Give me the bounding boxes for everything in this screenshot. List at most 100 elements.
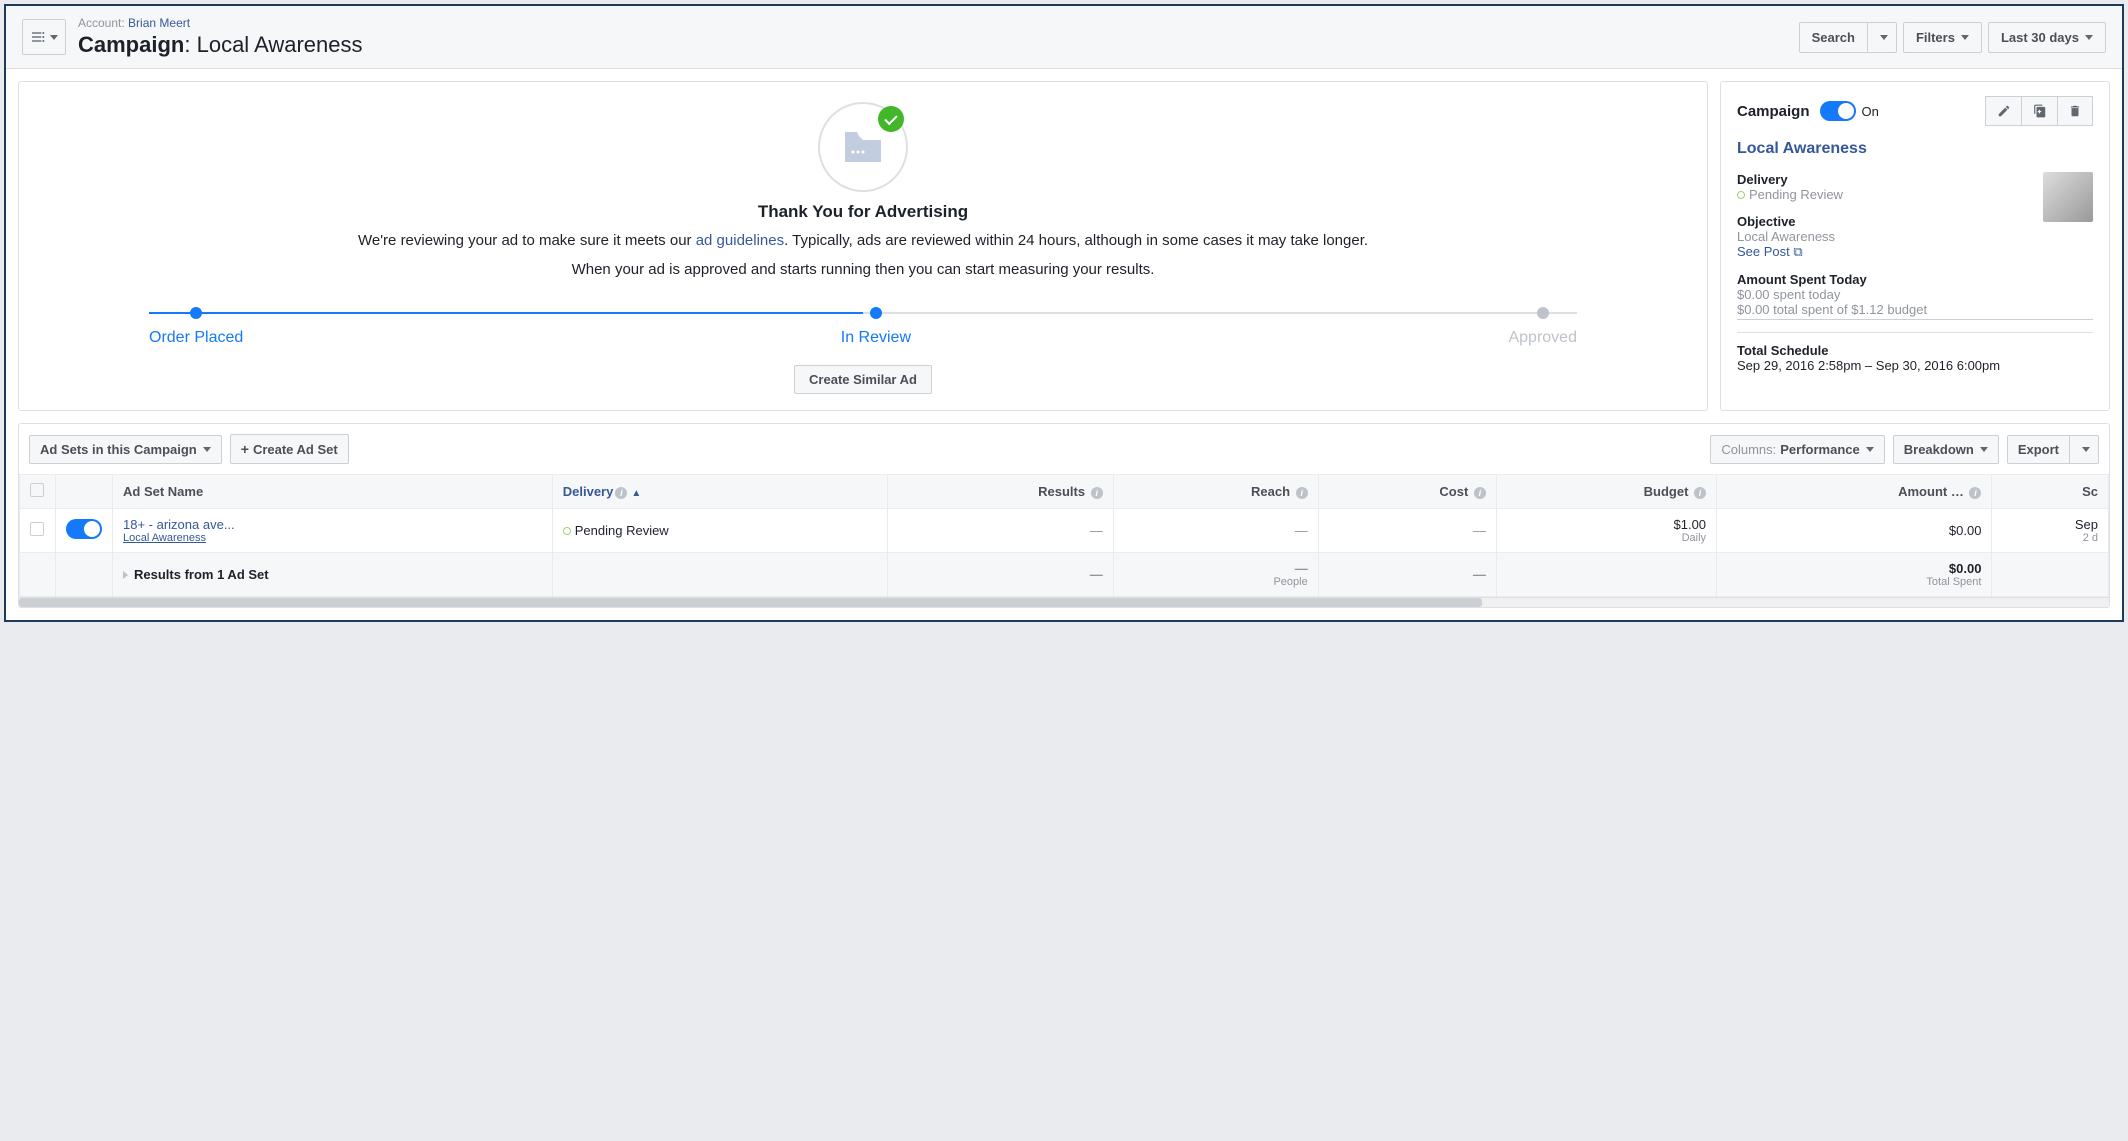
pencil-icon <box>1997 104 2011 118</box>
delivery-label: Delivery <box>1737 172 2093 187</box>
col-amount[interactable]: Amount … i <box>1717 475 1992 509</box>
ad-guidelines-link[interactable]: ad guidelines <box>696 232 784 249</box>
adset-name-link[interactable]: 18+ - arizona ave... <box>123 517 235 532</box>
summary-row: Results from 1 Ad Set — —People — $0.00T… <box>20 553 2109 597</box>
top-bar: Account: Brian Meert Campaign: Local Awa… <box>6 6 2122 69</box>
summary-results: — <box>887 553 1113 597</box>
col-schedule[interactable]: Sc <box>1992 475 2109 509</box>
caret-down-icon <box>1980 447 1988 452</box>
campaign-toggle[interactable] <box>1820 101 1856 121</box>
review-text-2: When your ad is approved and starts runn… <box>49 259 1677 282</box>
see-post-link[interactable]: See Post ⧉ <box>1737 244 1803 259</box>
info-icon: i <box>1296 487 1308 499</box>
spent-total: $0.00 total spent of $1.12 budget <box>1737 302 2093 320</box>
info-icon: i <box>1969 487 1981 499</box>
adset-table: Ad Set Name Deliveryi▲ Results i Reach i… <box>19 474 2109 597</box>
row-schedule: Sep2 d <box>1992 509 2109 553</box>
schedule-value: Sep 29, 2016 2:58pm – Sep 30, 2016 6:00p… <box>1737 358 2093 373</box>
objective-value: Local Awareness <box>1737 229 2093 244</box>
campaign-side-panel: Campaign On Local Awareness Delivery Pen… <box>1720 81 2110 411</box>
side-campaign-label: Campaign <box>1737 103 1810 120</box>
delete-button[interactable] <box>2057 96 2093 126</box>
table-row: 18+ - arizona ave... Local Awareness Pen… <box>20 509 2109 553</box>
duplicate-button[interactable] <box>2021 96 2057 126</box>
create-adset-button[interactable]: +Create Ad Set <box>230 434 349 464</box>
col-reach[interactable]: Reach i <box>1113 475 1318 509</box>
caret-down-icon <box>50 35 58 40</box>
scrollbar-thumb[interactable] <box>19 598 1482 607</box>
step-approved: Approved <box>1508 307 1577 347</box>
spent-label: Amount Spent Today <box>1737 272 2093 287</box>
progress-bar: Order Placed In Review Approved <box>149 307 1577 347</box>
col-delivery[interactable]: Deliveryi▲ <box>552 475 887 509</box>
list-icon <box>30 29 46 45</box>
caret-down-icon <box>203 447 211 452</box>
info-icon: i <box>1091 487 1103 499</box>
search-dropdown[interactable] <box>1867 22 1897 53</box>
caret-down-icon <box>1866 447 1874 452</box>
schedule-label: Total Schedule <box>1737 343 2093 358</box>
edit-button[interactable] <box>1985 96 2021 126</box>
horizontal-scrollbar[interactable] <box>19 597 2109 607</box>
info-icon: i <box>615 487 627 499</box>
step-in-review: In Review <box>841 307 911 347</box>
adset-campaign-link[interactable]: Local Awareness <box>123 532 542 544</box>
summary-label[interactable]: Results from 1 Ad Set <box>113 553 553 597</box>
check-badge-icon <box>878 106 904 132</box>
sort-up-icon: ▲ <box>631 488 641 499</box>
col-results[interactable]: Results i <box>887 475 1113 509</box>
row-cost: — <box>1318 509 1496 553</box>
campaign-status: On <box>1862 104 1879 119</box>
menu-button[interactable] <box>22 19 66 55</box>
row-toggle[interactable] <box>66 519 102 539</box>
campaign-thumbnail <box>2043 172 2093 222</box>
caret-down-icon <box>2082 447 2090 452</box>
step-order-placed: Order Placed <box>149 307 243 347</box>
plus-icon: + <box>241 441 249 457</box>
row-checkbox[interactable] <box>30 522 44 536</box>
info-icon: i <box>1474 487 1486 499</box>
summary-reach: —People <box>1113 553 1318 597</box>
info-icon: i <box>1694 487 1706 499</box>
create-similar-ad-button[interactable]: Create Similar Ad <box>794 365 932 394</box>
folder-check-icon <box>818 102 908 192</box>
review-text-1: We're reviewing your ad to make sure it … <box>49 230 1677 253</box>
col-cost[interactable]: Cost i <box>1318 475 1496 509</box>
export-button[interactable]: Export <box>2007 435 2069 464</box>
account-link[interactable]: Brian Meert <box>128 16 190 30</box>
filters-button[interactable]: Filters <box>1903 22 1982 53</box>
account-line: Account: Brian Meert <box>78 16 363 30</box>
caret-down-icon <box>1961 35 1969 40</box>
col-budget[interactable]: Budget i <box>1496 475 1716 509</box>
row-amount: $0.00 <box>1717 509 1992 553</box>
status-dot-icon <box>1737 191 1745 199</box>
spent-today: $0.00 spent today <box>1737 287 2093 302</box>
caret-down-icon <box>1880 35 1888 40</box>
date-range-button[interactable]: Last 30 days <box>1988 22 2106 53</box>
trash-icon <box>2068 104 2082 118</box>
export-dropdown[interactable] <box>2069 435 2099 464</box>
folder-icon <box>843 130 883 164</box>
thank-you-title: Thank You for Advertising <box>49 202 1677 222</box>
adset-table-panel: Ad Sets in this Campaign +Create Ad Set … <box>18 423 2110 608</box>
row-budget: $1.00Daily <box>1496 509 1716 553</box>
row-reach: — <box>1113 509 1318 553</box>
campaign-name-link[interactable]: Local Awareness <box>1737 140 2093 158</box>
summary-amount: $0.00Total Spent <box>1717 553 1992 597</box>
search-button[interactable]: Search <box>1799 22 1867 53</box>
delivery-value: Pending Review <box>1737 187 2093 202</box>
objective-label: Objective <box>1737 214 2093 229</box>
summary-cost: — <box>1318 553 1496 597</box>
review-panel: Thank You for Advertising We're reviewin… <box>18 81 1708 411</box>
adsets-dropdown[interactable]: Ad Sets in this Campaign <box>29 435 222 464</box>
col-name[interactable]: Ad Set Name <box>113 475 553 509</box>
breakdown-dropdown[interactable]: Breakdown <box>1893 435 1999 464</box>
caret-down-icon <box>2085 35 2093 40</box>
page-title: Campaign: Local Awareness <box>78 32 363 58</box>
row-results: — <box>887 509 1113 553</box>
columns-dropdown[interactable]: Columns:Performance <box>1710 435 1884 464</box>
select-all-checkbox[interactable] <box>30 483 44 497</box>
duplicate-icon <box>2033 104 2047 118</box>
status-dot-icon <box>563 527 571 535</box>
expand-icon <box>123 571 128 579</box>
